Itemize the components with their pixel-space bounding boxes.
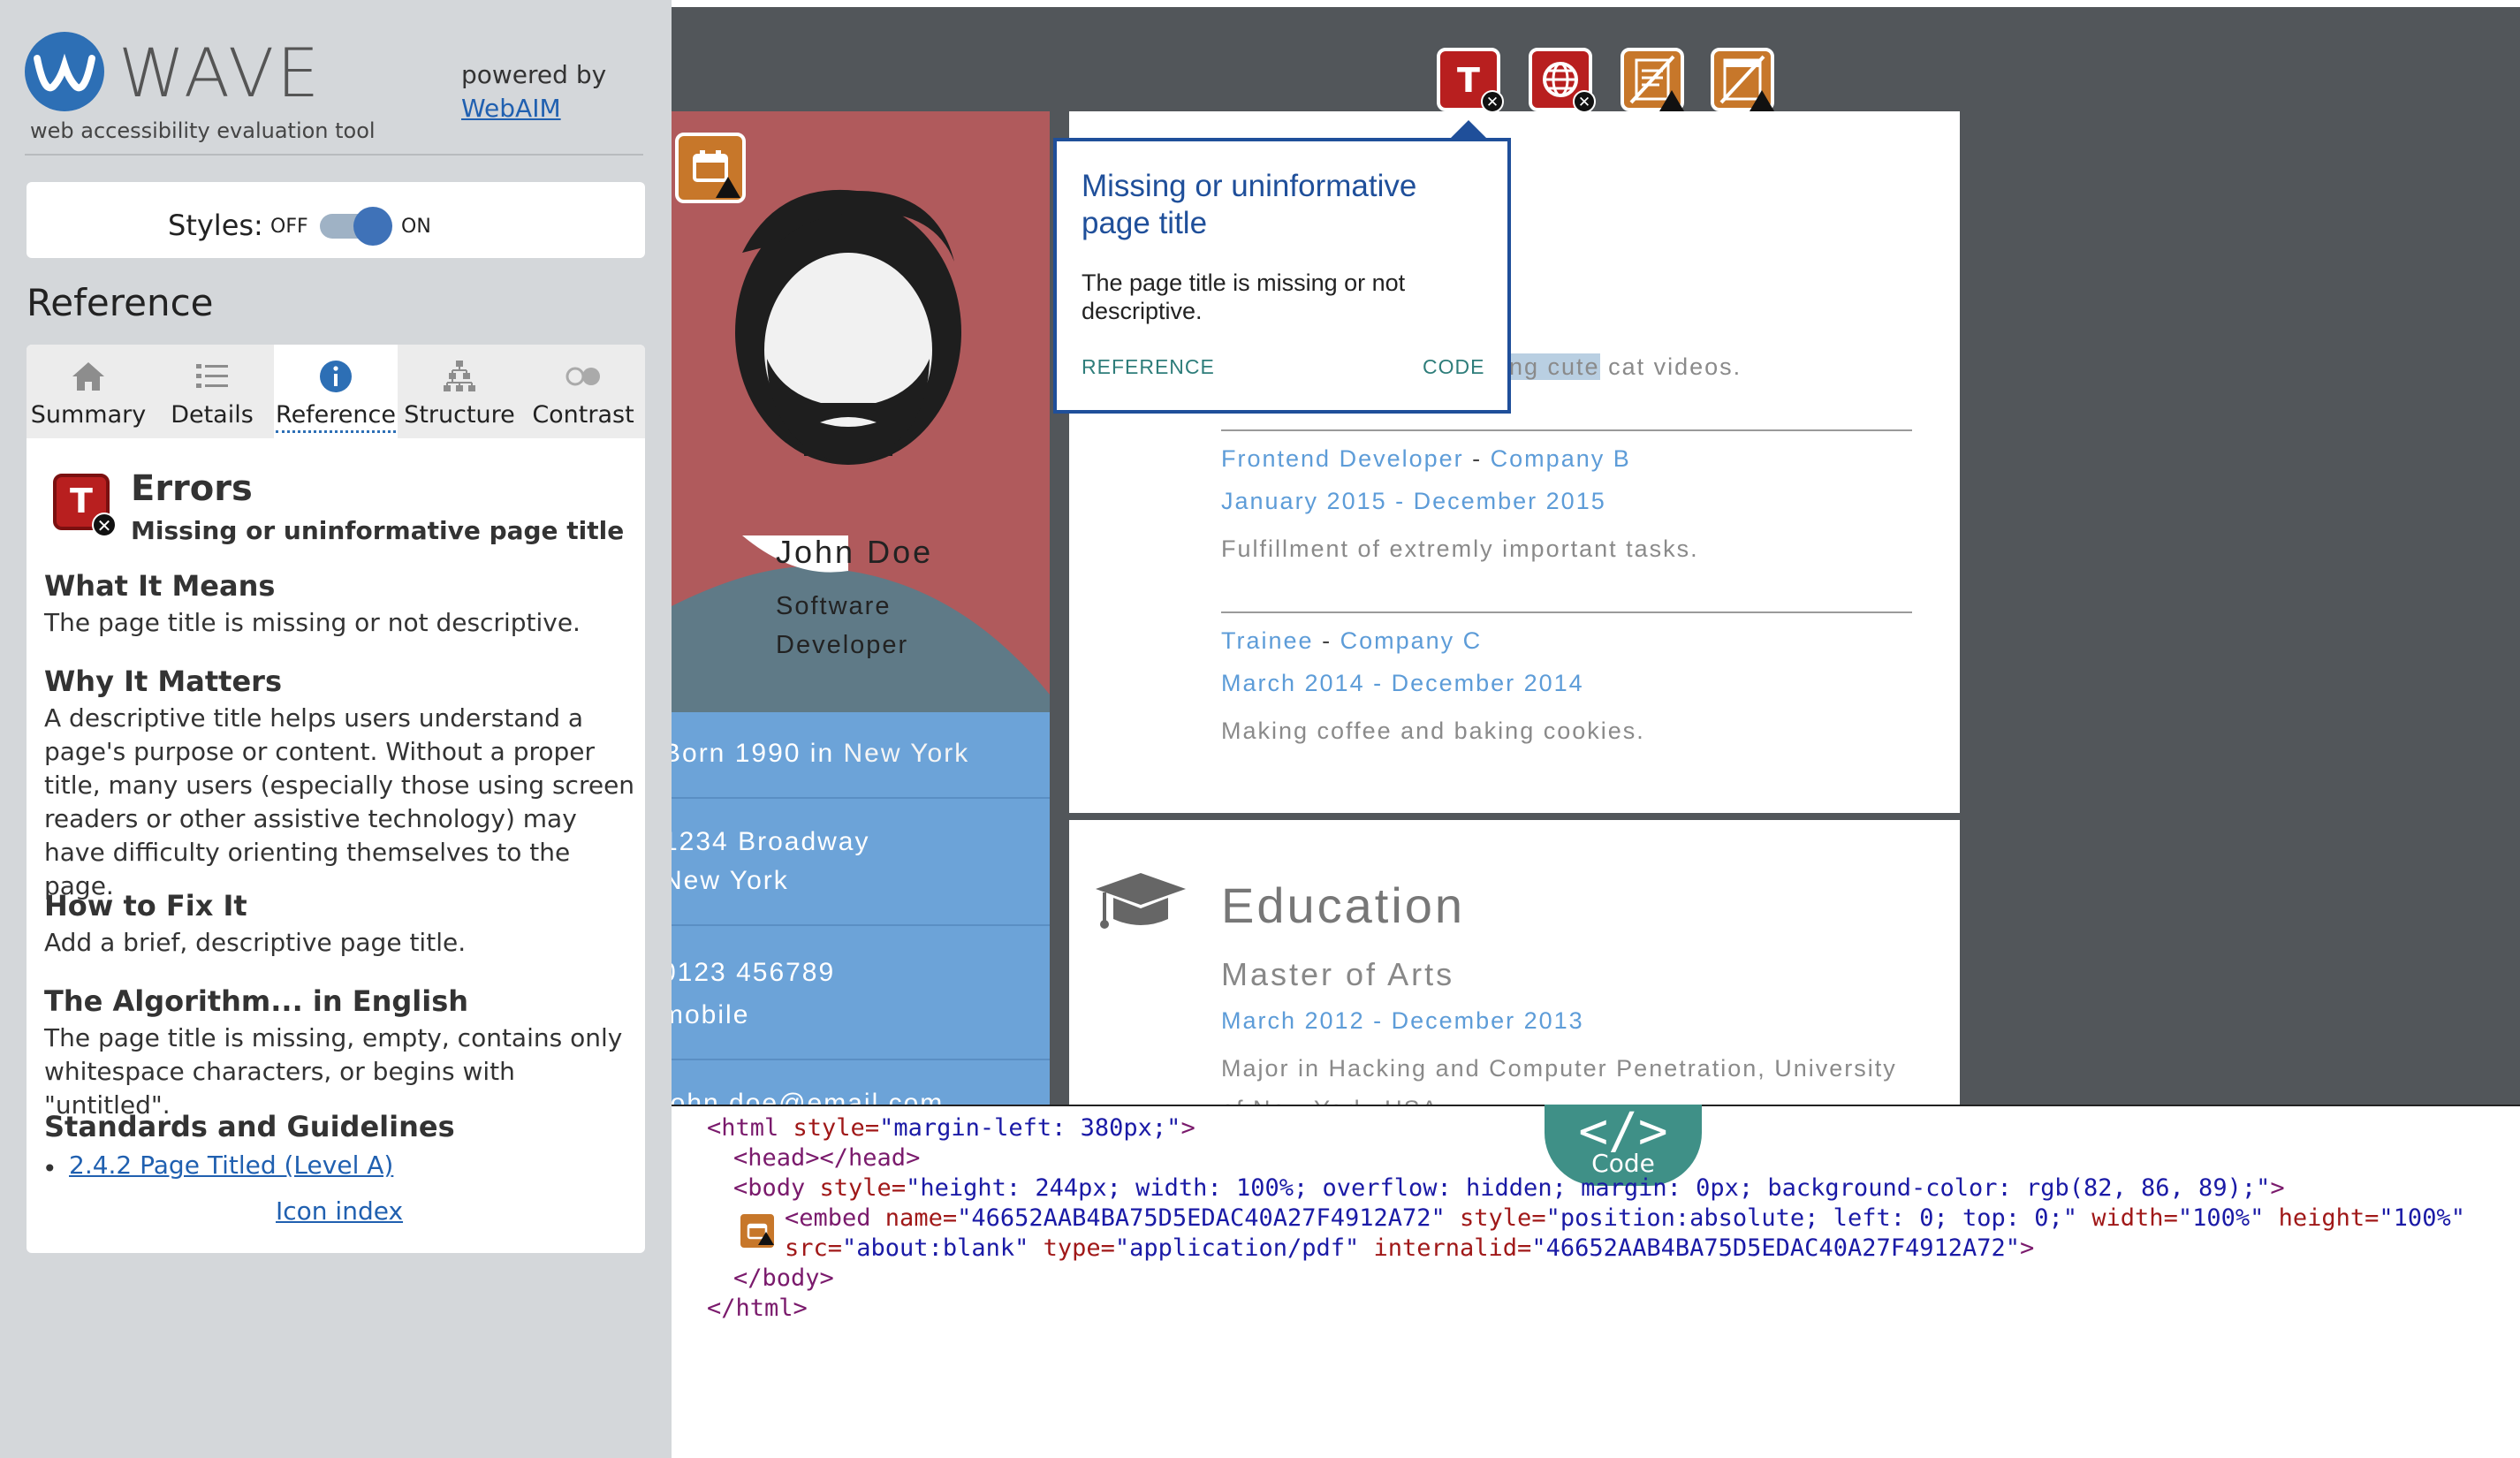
error-category: Errors — [131, 468, 253, 509]
contact-divider — [672, 924, 1050, 926]
code-line-head: <head></head> — [733, 1144, 921, 1172]
error-x-badge-icon: ✕ — [1573, 90, 1596, 113]
svg-text:T: T — [1457, 61, 1480, 100]
tooltip-body: The page title is missing or not descrip… — [1082, 270, 1406, 324]
tooltip-reference-link[interactable]: REFERENCE — [1082, 355, 1215, 379]
tooltip-title: Missing or uninformative page title — [1082, 169, 1417, 240]
resume-role-line2: Developer — [776, 631, 909, 659]
contrast-icon — [564, 357, 603, 396]
preview-top-strip — [672, 0, 2520, 7]
code-line-body: <body style="height: 244px; width: 100%;… — [733, 1174, 2285, 1202]
error-name: Missing or uninformative page title — [131, 516, 625, 545]
tab-structure[interactable]: Structure — [398, 345, 521, 438]
education-desc: Major in Hacking and Computer Penetratio… — [1221, 1055, 1897, 1082]
powered-by-label: powered by — [461, 60, 607, 89]
tooltip-code-link[interactable]: CODE — [1423, 355, 1484, 379]
alert-warning-icon — [1659, 90, 1684, 111]
job2-dates: March 2014 - December 2014 — [1221, 670, 1584, 696]
standards-heading: Standards and Guidelines — [44, 1110, 455, 1143]
email-address: john.doe@email.com — [672, 1089, 945, 1105]
sidebar-divider — [25, 154, 643, 156]
job1-desc: Fulfillment of extremly important tasks. — [1221, 535, 1699, 562]
styles-label: Styles: — [168, 209, 263, 242]
code-line-body-close: </body> — [733, 1264, 834, 1292]
tooltip-arrow — [1449, 120, 1488, 140]
education-heading: Education — [1221, 877, 1466, 933]
tab-reference[interactable]: Reference — [274, 345, 398, 438]
algorithm-heading: The Algorithm... in English — [44, 984, 469, 1018]
tab-contrast-label: Contrast — [532, 401, 634, 429]
code-line-html: <html style="margin-left: 380px;"> — [707, 1114, 1195, 1142]
education-desc-line2: of New York, USA — [1221, 1096, 1439, 1105]
phone-number: 0123 456789 — [672, 958, 836, 987]
tab-details-label: Details — [171, 401, 254, 429]
experience-divider — [1221, 611, 1912, 613]
tab-contrast[interactable]: Contrast — [521, 345, 645, 438]
job2-desc: Making coffee and baking cookies. — [1221, 718, 1645, 744]
list-icon — [193, 357, 232, 396]
education-dates: March 2012 - December 2013 — [1221, 1007, 1584, 1034]
how-to-fix-text: Add a brief, descriptive page title. — [44, 928, 467, 957]
tab-summary[interactable]: Summary — [27, 345, 150, 438]
reference-heading: Reference — [27, 281, 214, 324]
graduation-cap-icon — [1092, 869, 1189, 940]
tab-structure-label: Structure — [404, 401, 515, 429]
address-line1: 1234 Broadway — [672, 827, 870, 856]
why-it-matters-heading: Why It Matters — [44, 664, 282, 698]
resume-name: John Doe — [776, 534, 934, 570]
contact-list: Born 1990 in New York 1234 Broadway New … — [672, 712, 1050, 1105]
icon-index-link[interactable]: Icon index — [276, 1196, 403, 1226]
education-degree: Master of Arts — [1221, 956, 1455, 992]
alert-warning-icon — [716, 177, 740, 198]
job1-dates: January 2015 - December 2015 — [1221, 488, 1606, 514]
error-x-badge-icon: ✕ — [92, 513, 117, 537]
wave-tagline: web accessibility evaluation tool — [30, 118, 376, 143]
code-line-embed-cont: src="about:blank" type="application/pdf"… — [785, 1234, 2035, 1262]
code-line-html-close: </html> — [707, 1295, 808, 1322]
what-it-means-text: The page title is missing or not descrip… — [44, 608, 581, 637]
wave-logo-icon — [25, 32, 104, 111]
structure-icon — [440, 357, 479, 396]
toggle-off-label: OFF — [270, 216, 308, 238]
why-it-matters-text: A descriptive title helps users understa… — [44, 703, 635, 900]
job0-desc-tail: ing cute cat videos. — [1502, 353, 1742, 380]
wave-logo-text: WAVE — [118, 34, 323, 112]
tab-reference-label: Reference — [276, 401, 396, 433]
phone-type: mobile — [672, 1000, 750, 1029]
how-to-fix-heading: How to Fix It — [44, 889, 247, 923]
code-line-embed: <embed name="46652AAB4BA75D5EDAC40A27F49… — [785, 1204, 2465, 1232]
styles-toggle-knob[interactable] — [353, 207, 392, 246]
education-desc-clip: of New York, USA — [1069, 1090, 1960, 1105]
algorithm-text: The page title is missing, empty, contai… — [44, 1023, 623, 1120]
job1-title-line: Frontend Developer - Company B — [1221, 445, 1631, 472]
experience-divider — [1221, 429, 1912, 431]
tab-details[interactable]: Details — [150, 345, 274, 438]
home-icon — [69, 357, 108, 396]
toggle-on-label: ON — [401, 216, 431, 238]
alert-warning-icon — [758, 1232, 774, 1245]
born-line: Born 1990 in New York — [672, 739, 970, 768]
job2-title-line: Trainee - Company C — [1221, 627, 1483, 654]
contact-divider — [672, 1059, 1050, 1060]
contact-divider — [672, 797, 1050, 799]
what-it-means-heading: What It Means — [44, 569, 276, 603]
error-x-badge-icon: ✕ — [1481, 90, 1504, 113]
webaim-link[interactable]: WebAIM — [461, 94, 561, 123]
alert-warning-icon — [1750, 90, 1774, 111]
resume-role-line1: Software — [776, 592, 892, 620]
address-line2: New York — [672, 866, 789, 895]
standards-bullet: • — [42, 1154, 57, 1183]
tab-summary-label: Summary — [30, 401, 147, 429]
wcag-2-4-2-link[interactable]: 2.4.2 Page Titled (Level A) — [69, 1150, 393, 1180]
info-icon — [316, 357, 355, 396]
